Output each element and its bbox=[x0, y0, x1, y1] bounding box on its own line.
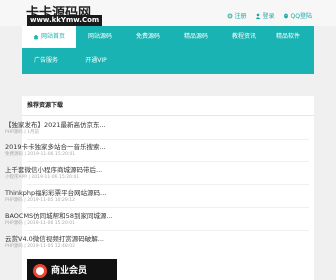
nav-item-free-source[interactable]: 免费源码 bbox=[126, 26, 170, 48]
nav-item-label: 广告服务 bbox=[33, 57, 58, 64]
divider bbox=[27, 139, 309, 140]
register-link[interactable]: 注册 bbox=[227, 11, 247, 20]
nav-item-label: 免费源码 bbox=[135, 33, 160, 40]
site-logo[interactable]: 卡卡源码网 www.kkYmw.Com bbox=[26, 3, 103, 27]
list-item[interactable]: 云赏V4.0微信视频打赏源码破解... PHP源码 | 2019-11-05 1… bbox=[5, 235, 185, 250]
nav-item-label: 网站源码 bbox=[87, 33, 112, 40]
item-meta: PHP源码 | 2019-11-05 12:48:02 bbox=[5, 244, 75, 249]
item-title: Thinkphp福彩彩票平台网站源码... bbox=[5, 189, 107, 197]
login-label: 登录 bbox=[262, 13, 275, 20]
item-title: 【独家发布】2021最新高仿京东... bbox=[5, 121, 106, 129]
item-meta: PHP源码 | 2019-11-06 15:20:01 bbox=[5, 221, 75, 226]
divider bbox=[27, 161, 309, 162]
list-item[interactable]: BAOCMS仿同城帮和58到家同城源... PHP源码 | 2019-11-06… bbox=[5, 212, 185, 227]
item-meta: 免费源码 | 2019-11-06 15:20:01 bbox=[5, 152, 76, 157]
qq-icon bbox=[283, 13, 288, 18]
nav-item-label: 精品软件 bbox=[275, 33, 300, 40]
nav-item-tutorials[interactable]: 教程资讯 bbox=[222, 26, 266, 48]
qq-login-label: QQ登陆 bbox=[290, 13, 312, 20]
list-item[interactable]: 【独家发布】2021最新高仿京东... PHP源码 | 1月前 bbox=[5, 121, 185, 136]
nav-item-premium-source[interactable]: 精品源码 bbox=[174, 26, 218, 48]
nav-item-premium-software[interactable]: 精品软件 bbox=[266, 26, 310, 48]
nav-item-ad-service[interactable]: 广告服务 bbox=[22, 50, 70, 72]
divider bbox=[27, 184, 309, 185]
user-icon bbox=[255, 13, 260, 19]
home-icon bbox=[33, 34, 39, 39]
item-title: BAOCMS仿同城帮和58到家同城源... bbox=[5, 212, 113, 220]
login-link[interactable]: 登录 bbox=[255, 11, 275, 20]
nav-item-label: 精品源码 bbox=[183, 33, 208, 40]
gear-icon bbox=[227, 13, 232, 18]
logo-domain: www.kkYmw.Com bbox=[27, 15, 103, 26]
item-meta: PHP源码 | 2019-11-05 10:29:12 bbox=[5, 198, 75, 203]
divider bbox=[27, 230, 309, 231]
nav-item-label: 网站首页 bbox=[40, 33, 65, 40]
item-title: 云赏V4.0微信视频打赏源码破解... bbox=[5, 235, 104, 243]
nav-item-site-source[interactable]: 网站源码 bbox=[78, 26, 122, 48]
item-meta: PHP源码 | 1月前 bbox=[5, 130, 40, 135]
item-title: 2019卡卡独家多站合一音乐搜索... bbox=[5, 143, 106, 151]
site-header: 卡卡源码网 www.kkYmw.Com 注册 登录 QQ登陆 bbox=[0, 0, 336, 26]
banner-text: 商业会员 bbox=[51, 266, 88, 276]
item-meta: 小程序APP | 2019-11-06 15:20:01 bbox=[5, 175, 80, 180]
panel-title: 推荐资源下载 bbox=[22, 96, 314, 116]
nav-item-label: 开通VIP bbox=[85, 57, 107, 64]
item-title: 上千套微信小程序商城源码带后... bbox=[5, 166, 103, 174]
register-label: 注册 bbox=[234, 13, 247, 20]
list-item[interactable]: Thinkphp福彩彩票平台网站源码... PHP源码 | 2019-11-05… bbox=[5, 189, 185, 204]
main-nav: 网站首页 网站源码 免费源码 精品源码 教程资讯 精品软件 广告服务 开通VIP bbox=[22, 26, 314, 74]
qq-login-link[interactable]: QQ登陆 bbox=[283, 11, 312, 20]
nav-item-label: 教程资讯 bbox=[231, 33, 256, 40]
nav-item-vip[interactable]: 开通VIP bbox=[74, 50, 118, 72]
top-links: 注册 登录 QQ登陆 bbox=[227, 11, 312, 20]
play-icon bbox=[33, 264, 47, 278]
divider bbox=[27, 207, 309, 208]
list-item[interactable]: 2019卡卡独家多站合一音乐搜索... 免费源码 | 2019-11-06 15… bbox=[5, 143, 185, 158]
list-item[interactable]: 上千套微信小程序商城源码带后... 小程序APP | 2019-11-06 15… bbox=[5, 166, 185, 181]
vip-banner[interactable]: 商业会员 bbox=[27, 259, 117, 280]
nav-item-home[interactable]: 网站首页 bbox=[22, 26, 76, 48]
